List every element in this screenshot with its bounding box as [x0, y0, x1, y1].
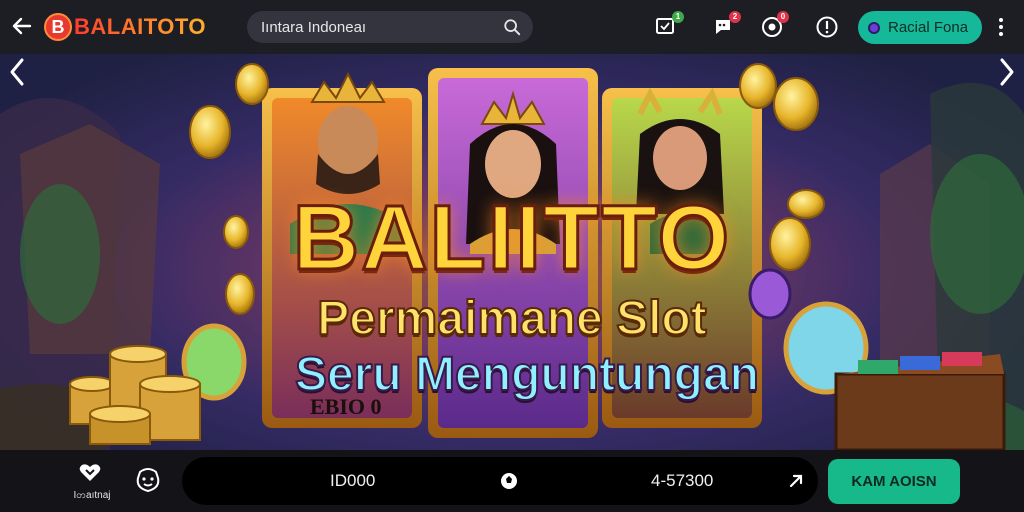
- search-icon[interactable]: [503, 18, 521, 36]
- hero-subtitle-line1: Permaimane Slot: [316, 291, 707, 346]
- ball-icon[interactable]: [500, 472, 518, 490]
- hero-title: BALIITTO: [291, 186, 732, 291]
- search-input[interactable]: [261, 18, 491, 36]
- action-button[interactable]: KAM AOISN: [828, 459, 960, 504]
- home-label[interactable]: Iတaıtnaj: [68, 488, 116, 503]
- top-bar: B BALAITOTO 1 2 0: [0, 0, 1024, 54]
- monitor-badge: 1: [672, 11, 684, 23]
- card-tag: EBIO 0: [310, 394, 382, 419]
- arrow-icon[interactable]: [788, 473, 804, 489]
- heart-home-icon[interactable]: [78, 461, 102, 483]
- user-account-button[interactable]: Racial Fona: [858, 11, 982, 44]
- balance-right-value: 4-57300: [651, 471, 714, 490]
- chevron-left-icon[interactable]: [6, 54, 28, 90]
- smiley-face-icon[interactable]: [134, 466, 162, 494]
- user-name: Racial Fona: [888, 19, 969, 36]
- chat-badge: 2: [729, 11, 741, 23]
- hero-banner[interactable]: BALIITTO Permaimane Slot Seru Menguntung…: [0, 54, 1024, 450]
- chevron-right-icon[interactable]: [996, 54, 1018, 90]
- chat-icon[interactable]: 2: [712, 11, 741, 39]
- search-bar[interactable]: [247, 11, 533, 43]
- casino-chip-icon[interactable]: 0: [760, 11, 789, 39]
- back-arrow-icon[interactable]: [10, 14, 34, 38]
- brand-logo[interactable]: B BALAITOTO: [44, 12, 206, 42]
- logo-mark: B: [44, 13, 72, 41]
- kebab-menu-icon[interactable]: [996, 16, 1006, 38]
- alert-icon[interactable]: [815, 15, 839, 39]
- balance-left-value: ID000: [330, 471, 376, 490]
- user-avatar-icon: [868, 21, 880, 34]
- chip-badge: 0: [777, 11, 789, 23]
- logo-text: BALAITOTO: [74, 14, 207, 39]
- hero-subtitle-line2: Seru Menguntungan: [294, 347, 760, 402]
- monitor-icon[interactable]: 1: [655, 11, 684, 39]
